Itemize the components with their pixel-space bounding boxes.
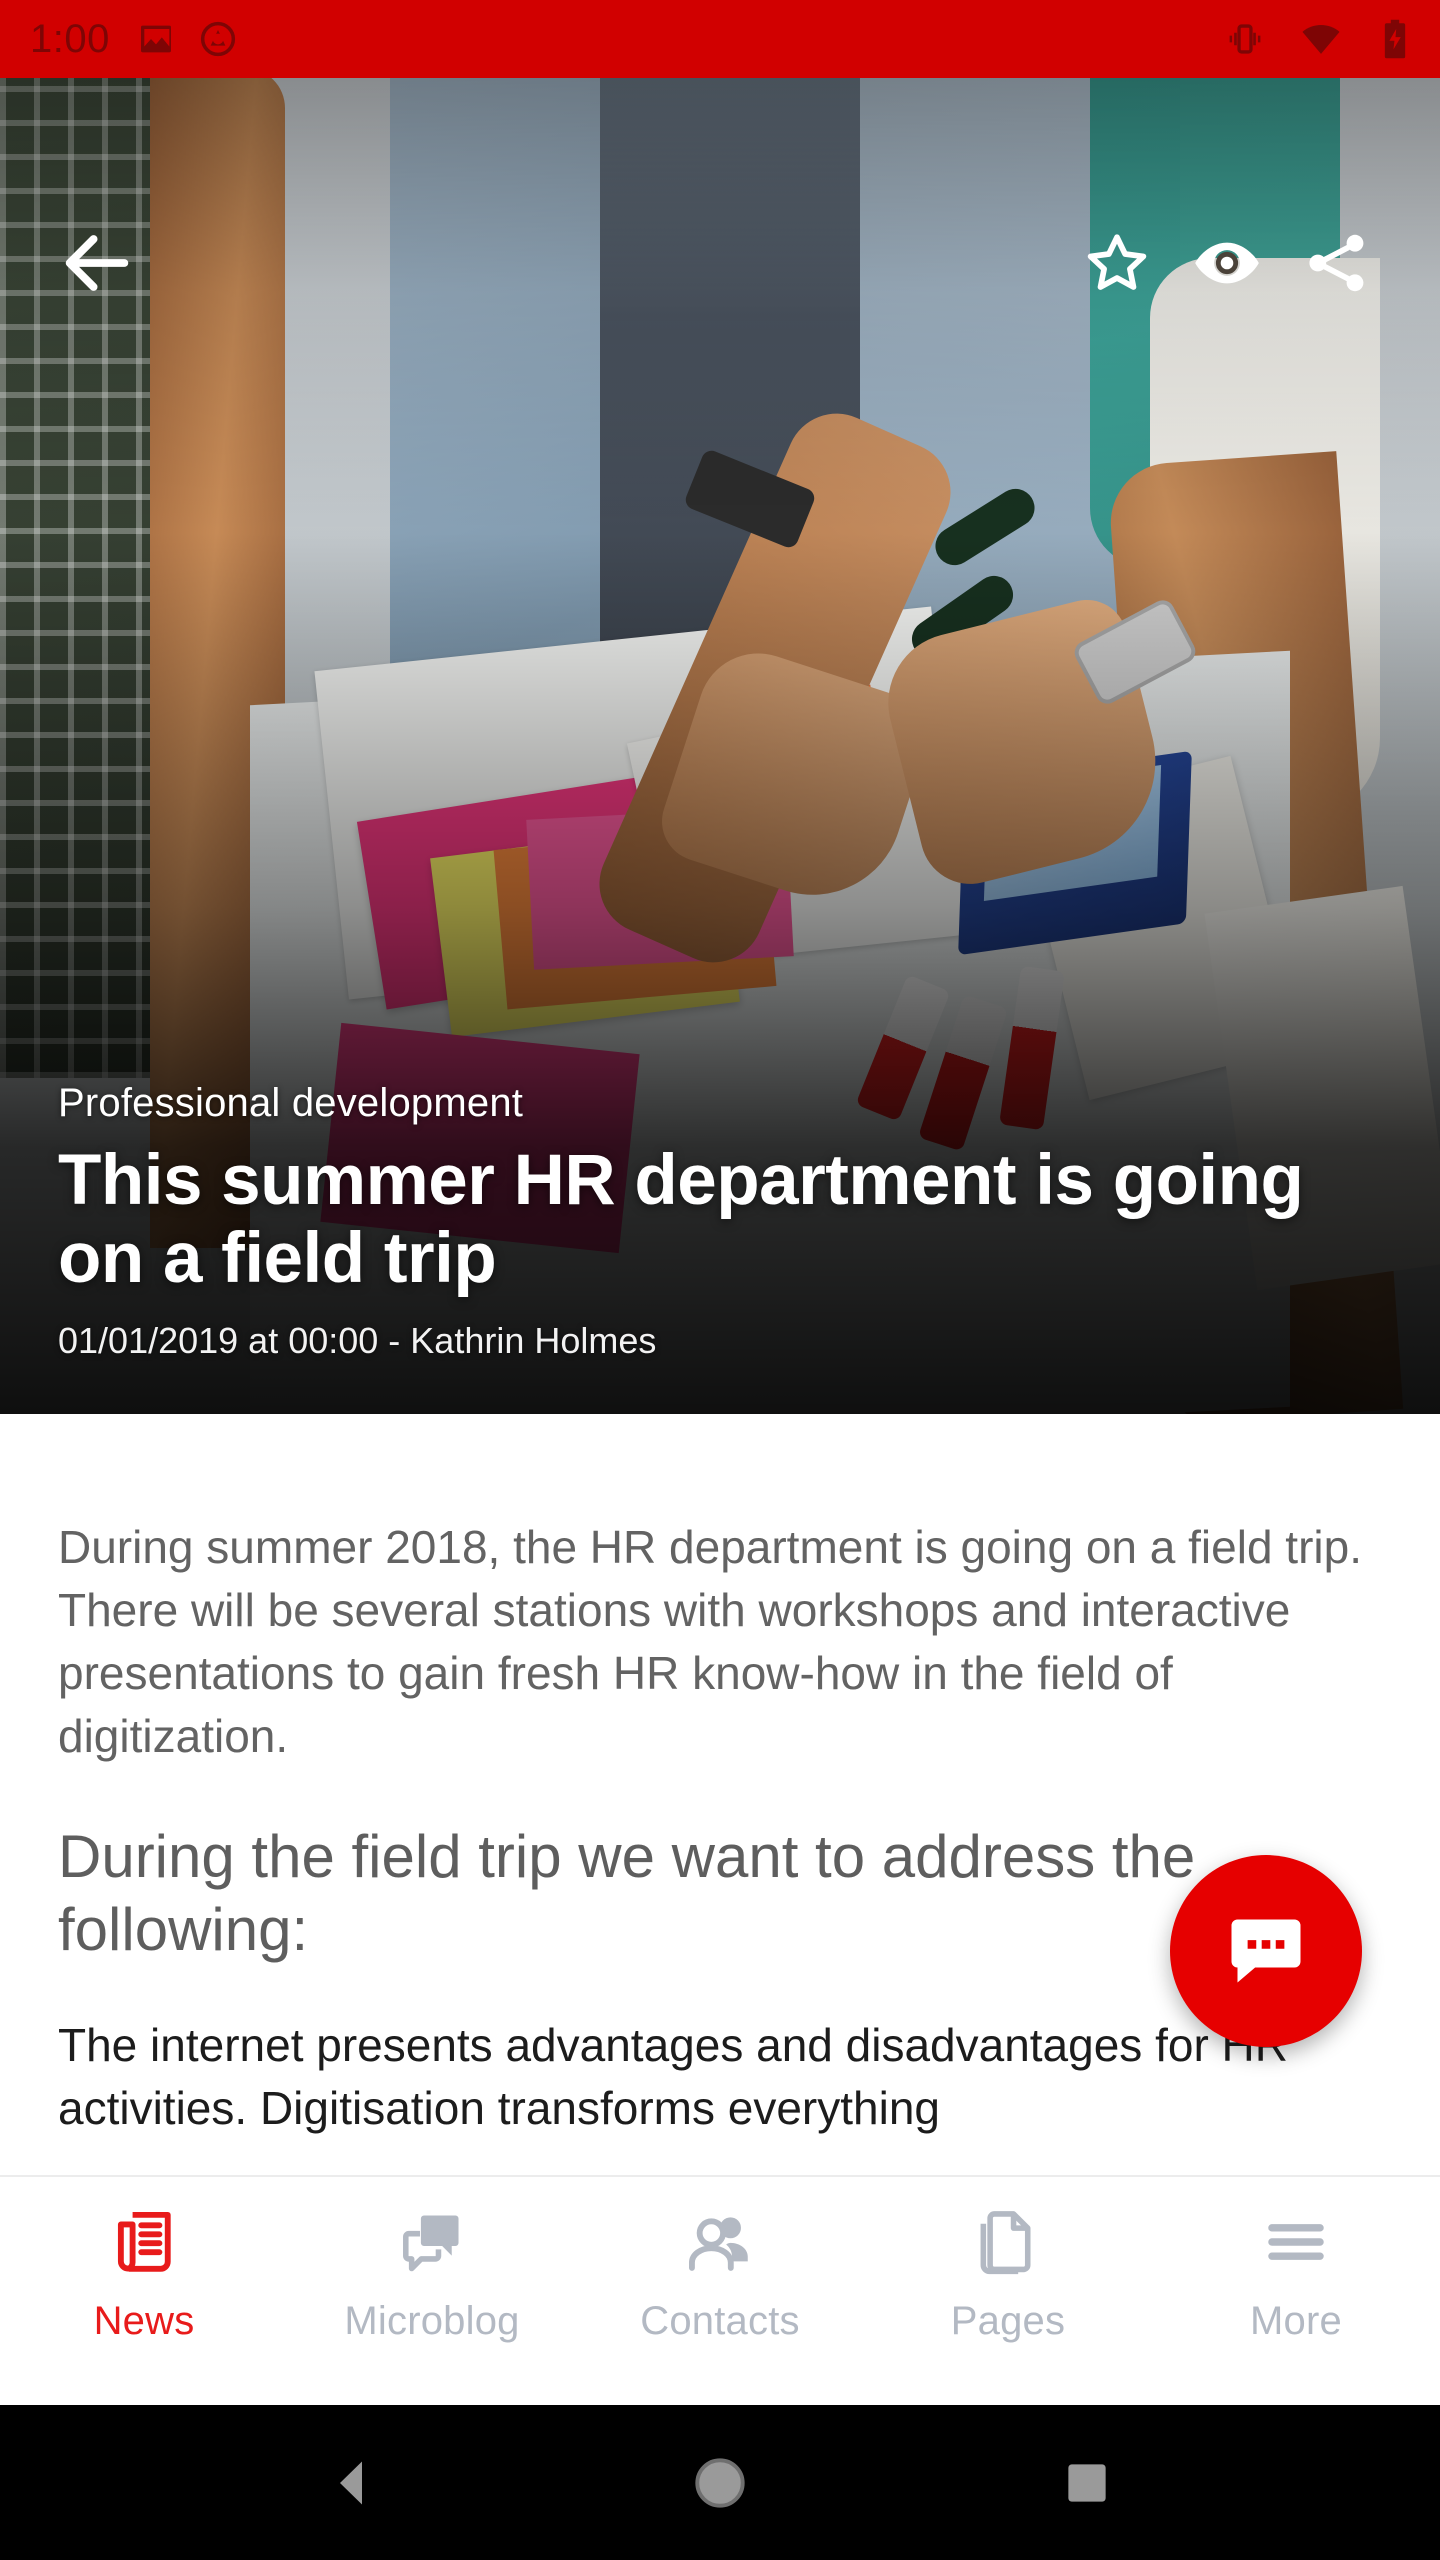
share-button[interactable] (1282, 208, 1392, 318)
status-bar-system-icons (1224, 18, 1414, 60)
eye-icon (1195, 242, 1259, 284)
back-button[interactable] (56, 208, 152, 318)
android-recents-button[interactable] (1017, 2428, 1157, 2538)
article-title: This summer HR department is going on a … (58, 1140, 1304, 1298)
nav-label-microblog: Microblog (344, 2299, 520, 2343)
article-body: During summer 2018, the HR department is… (0, 1414, 1440, 2175)
android-back-button[interactable] (283, 2428, 423, 2538)
bottom-navigation-bar: News Microblog Contacts Pages More (0, 2175, 1440, 2405)
comment-bubble-icon (1231, 1919, 1301, 1983)
nav-label-more: More (1250, 2299, 1342, 2343)
screenshot-capture-icon (200, 21, 235, 57)
nav-label-pages: Pages (950, 2299, 1066, 2343)
nav-tab-more[interactable]: More (1152, 2203, 1440, 2344)
nav-tab-contacts[interactable]: Contacts (576, 2203, 864, 2344)
nav-tab-pages[interactable]: Pages (864, 2203, 1152, 2344)
article-byline: 01/01/2019 at 00:00 - Kathrin Holmes (58, 1320, 657, 1361)
back-arrow-icon (65, 235, 129, 291)
article-hero-image: Professional development This summer HR … (0, 78, 1440, 1414)
comment-fab-button[interactable] (1170, 1855, 1362, 2047)
article-category: Professional development (58, 1080, 524, 1125)
share-icon (1309, 234, 1364, 292)
battery-charging-icon (1384, 19, 1406, 59)
favorite-button[interactable] (1062, 208, 1172, 318)
nav-label-news: News (93, 2299, 195, 2343)
vibrate-icon (1229, 24, 1261, 54)
app-bar (0, 188, 1440, 338)
nav-tab-microblog[interactable]: Microblog (288, 2203, 576, 2344)
status-bar: 1:00 (0, 0, 1440, 78)
document-pages-icon (971, 2203, 1045, 2281)
hero-text-block: Professional development This summer HR … (58, 1081, 1370, 1362)
nav-tab-news[interactable]: News (0, 2203, 288, 2344)
visibility-button[interactable] (1172, 208, 1282, 318)
status-bar-clock: 1:00 (30, 17, 110, 61)
people-icon (683, 2203, 757, 2281)
star-outline-icon (1087, 234, 1147, 290)
newspaper-icon (107, 2203, 181, 2281)
android-home-button[interactable] (650, 2428, 790, 2538)
hamburger-menu-icon (1259, 2203, 1333, 2281)
square-recents-icon (1068, 2463, 1106, 2502)
circle-home-icon (695, 2457, 745, 2508)
chat-bubbles-icon (395, 2203, 469, 2281)
nav-label-contacts: Contacts (640, 2299, 800, 2343)
phone-screen: 1:00 Professional development This summe… (0, 0, 1440, 2560)
article-paragraph-1: During summer 2018, the HR department is… (58, 1521, 1362, 1763)
triangle-back-icon (340, 2461, 363, 2504)
article-paragraph-2: The internet presents advantages and dis… (58, 2019, 1288, 2135)
android-navigation-bar (0, 2405, 1440, 2560)
image-icon (140, 25, 171, 53)
wifi-icon (1302, 25, 1340, 54)
status-bar-notification-icons (136, 19, 238, 59)
